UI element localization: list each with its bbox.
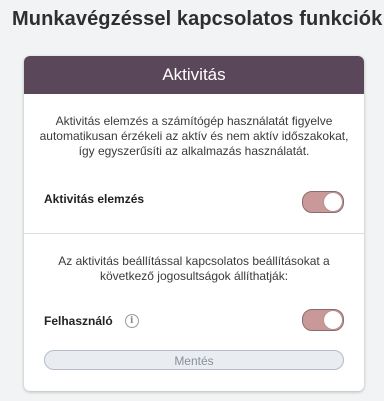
user-permission-label: Felhasználó i (44, 314, 139, 328)
activity-description: Aktivitás elemzés a számítógép használat… (39, 114, 349, 158)
user-permission-toggle[interactable] (302, 309, 344, 331)
card-header: Aktivitás (24, 56, 364, 94)
activity-analysis-toggle[interactable] (302, 191, 344, 213)
user-permission-label-text: Felhasználó (44, 314, 113, 328)
toggle-knob (324, 311, 342, 329)
activity-analysis-label: Aktivitás elemzés (44, 192, 144, 206)
activity-card: Aktivitás Aktivitás elemzés a számítógép… (24, 56, 364, 391)
info-icon[interactable]: i (124, 314, 139, 328)
save-button[interactable]: Mentés (44, 350, 344, 370)
toggle-knob (324, 193, 342, 211)
activity-analysis-label-text: Aktivitás elemzés (44, 192, 145, 206)
divider (24, 233, 364, 234)
page-title: Munkavégzéssel kapcsolatos funkciók (12, 8, 383, 30)
permissions-note: Az aktivitás beállítással kapcsolatos be… (58, 254, 330, 283)
